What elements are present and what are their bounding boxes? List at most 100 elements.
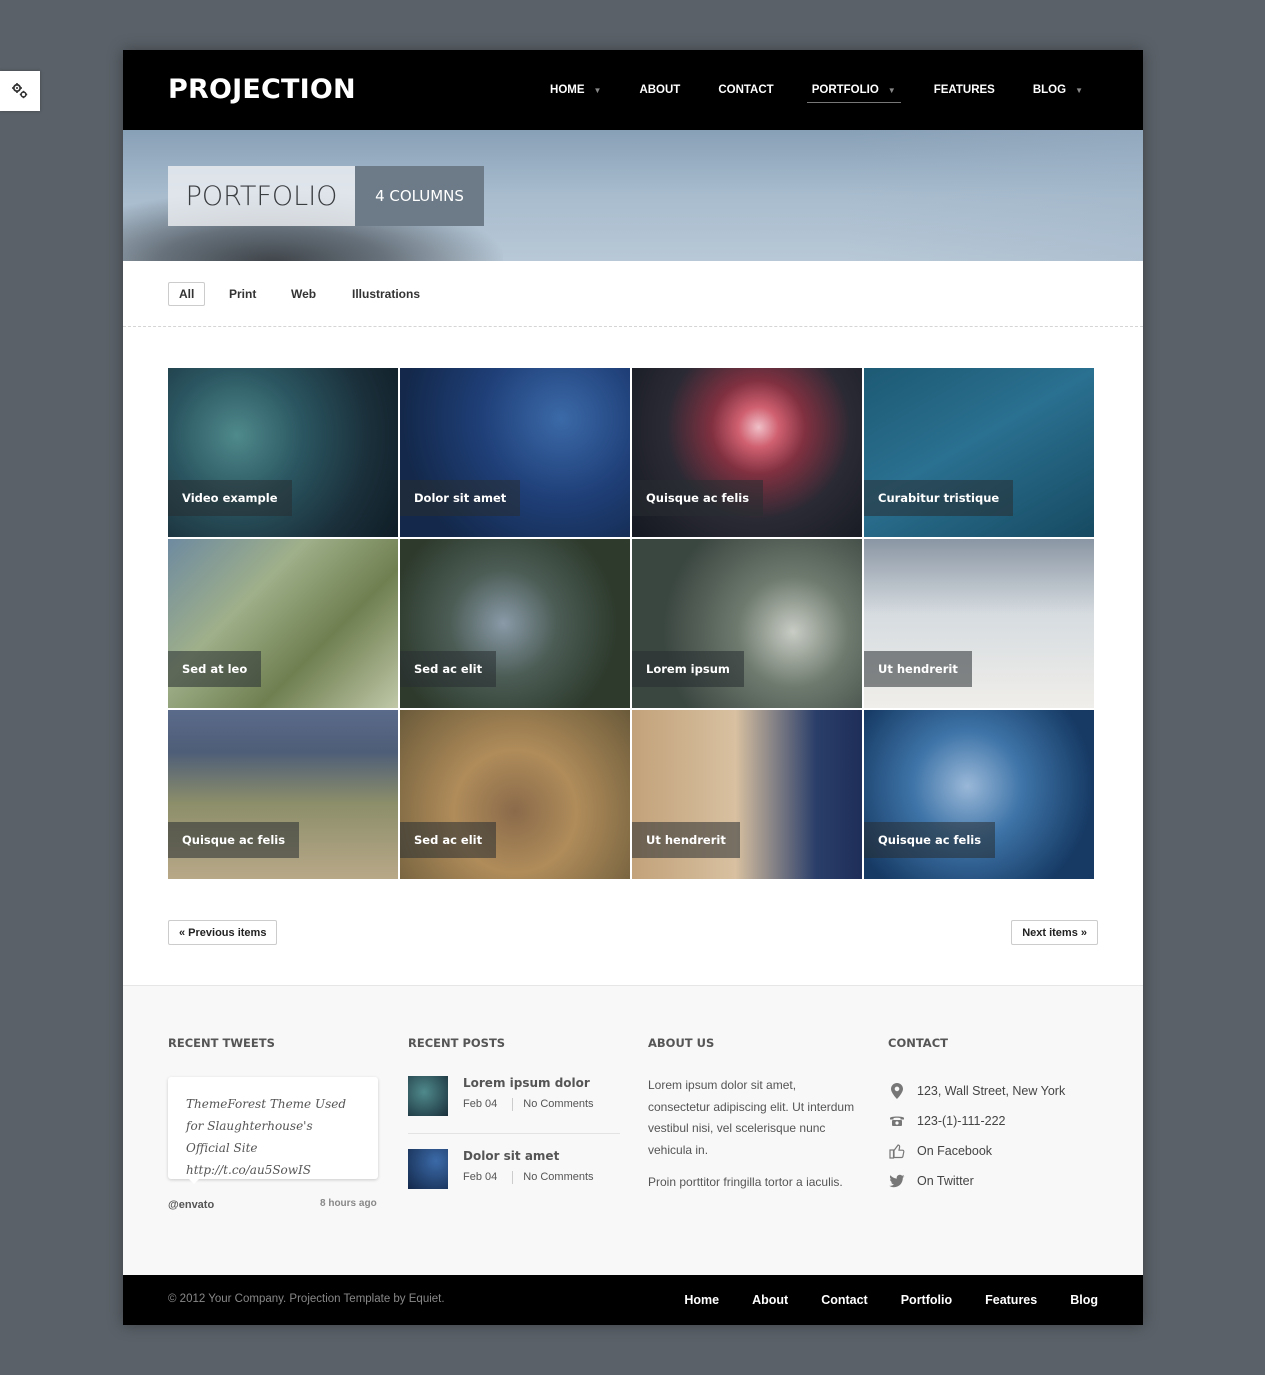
contact-address: 123, Wall Street, New York — [888, 1082, 1065, 1100]
footer-nav-home[interactable]: Home — [684, 1293, 719, 1307]
page-container: PROJECTION HOME ▼ ABOUT CONTACT PORTFOLIO… — [123, 50, 1143, 1325]
contact-twitter[interactable]: On Twitter — [888, 1172, 974, 1190]
post-meta: Feb 04 No Comments — [463, 1098, 594, 1111]
recent-tweets-widget: RECENT TWEETS ThemeForest Theme Used for… — [168, 986, 380, 1276]
nav-label: CONTACT — [718, 84, 774, 96]
bottom-bar: © 2012 Your Company. Projection Template… — [123, 1275, 1143, 1325]
portfolio-item[interactable]: Quisque ac felis — [632, 368, 862, 537]
nav-item-contact[interactable]: CONTACT — [718, 77, 773, 103]
recent-post[interactable]: Dolor sit amet Feb 04 No Comments — [408, 1149, 620, 1191]
map-pin-icon — [888, 1082, 906, 1100]
main-nav: HOME ▼ ABOUT CONTACT PORTFOLIO ▼ FEATURES … — [512, 50, 1083, 130]
copyright-text: © 2012 Your Company. Projection Template… — [168, 1293, 445, 1305]
filter-all[interactable]: All — [168, 282, 206, 306]
portfolio-item[interactable]: Ut hendrerit — [632, 710, 862, 879]
previous-items-button[interactable]: « Previous items — [168, 920, 278, 945]
caret-down-icon: ▼ — [593, 85, 602, 95]
gears-icon — [12, 83, 28, 99]
portfolio-item[interactable]: Lorem ipsum — [632, 539, 862, 708]
caret-down-icon: ▼ — [1075, 85, 1083, 95]
portfolio-item-label: Sed ac elit — [400, 822, 497, 858]
portfolio-item[interactable]: Sed ac elit — [400, 539, 630, 708]
contact-heading: CONTACT — [888, 1036, 948, 1050]
post-title[interactable]: Dolor sit amet — [463, 1149, 559, 1163]
phone-icon — [888, 1112, 906, 1130]
footer-nav-blog[interactable]: Blog — [1070, 1293, 1098, 1307]
tweet-pointer — [188, 1178, 200, 1184]
settings-toggle-button[interactable] — [0, 71, 40, 111]
page-banner: PORTFOLIO 4 COLUMNS — [123, 130, 1143, 261]
portfolio-item-label: Ut hendrerit — [864, 651, 972, 687]
contact-phone-text: 123-(1)-111-222 — [917, 1114, 1006, 1128]
nav-item-blog[interactable]: BLOG ▼ — [1033, 77, 1083, 103]
nav-item-about[interactable]: ABOUT — [639, 77, 680, 103]
recent-posts-heading: RECENT POSTS — [408, 1036, 506, 1050]
post-date: Feb 04 — [463, 1098, 498, 1110]
nav-item-portfolio[interactable]: PORTFOLIO ▼ — [806, 77, 901, 103]
post-thumbnail[interactable] — [408, 1076, 448, 1116]
portfolio-item-label: Sed ac elit — [400, 651, 497, 687]
tweet-text: ThemeForest Theme Used for Slaughterhous… — [186, 1097, 347, 1177]
nav-label: HOME — [550, 84, 585, 96]
thumbs-up-icon — [888, 1142, 906, 1160]
about-text-2: Proin porttitor fringilla tortor a iacul… — [648, 1175, 843, 1189]
page-title: PORTFOLIO — [168, 166, 355, 226]
recent-posts-widget: RECENT POSTS Lorem ipsum dolor Feb 04 No… — [408, 986, 620, 1276]
nav-label: FEATURES — [933, 84, 995, 96]
post-thumbnail[interactable] — [408, 1149, 448, 1189]
portfolio-item[interactable]: Quisque ac felis — [864, 710, 1094, 879]
post-comments[interactable]: No Comments — [523, 1098, 593, 1111]
post-comments[interactable]: No Comments — [523, 1171, 593, 1184]
footer-nav-portfolio[interactable]: Portfolio — [901, 1293, 952, 1307]
tweet-time: 8 hours ago — [320, 1198, 377, 1209]
contact-widget: CONTACT 123, Wall Street, New York 123-(… — [888, 986, 1100, 1276]
contact-phone: 123-(1)-111-222 — [888, 1112, 1005, 1130]
caret-down-icon: ▼ — [887, 85, 896, 95]
filter-illustrations[interactable]: Illustrations — [352, 282, 420, 306]
post-meta: Feb 04 No Comments — [463, 1171, 594, 1184]
recent-post[interactable]: Lorem ipsum dolor Feb 04 No Comments — [408, 1076, 620, 1118]
site-header: PROJECTION HOME ▼ ABOUT CONTACT PORTFOLIO… — [123, 50, 1143, 130]
portfolio-item-label: Quisque ac felis — [632, 480, 764, 516]
about-us-widget: ABOUT US Lorem ipsum dolor sit amet, con… — [648, 986, 860, 1276]
portfolio-filters: All Print Web Illustrations — [123, 261, 1143, 327]
meta-divider — [512, 1171, 514, 1184]
footer-nav: Home About Contact Portfolio Features Bl… — [651, 1275, 1098, 1325]
footer-nav-about[interactable]: About — [752, 1293, 788, 1307]
portfolio-item-label: Video example — [168, 480, 292, 516]
portfolio-item[interactable]: Dolor sit amet — [400, 368, 630, 537]
about-us-heading: ABOUT US — [648, 1036, 715, 1050]
footer-nav-features[interactable]: Features — [985, 1293, 1037, 1307]
twitter-bird-icon — [888, 1172, 906, 1190]
nav-item-features[interactable]: FEATURES — [934, 77, 995, 103]
nav-label: ABOUT — [639, 84, 681, 96]
portfolio-item-label: Ut hendrerit — [632, 822, 740, 858]
next-items-button[interactable]: Next items » — [1011, 920, 1098, 945]
tweet-user[interactable]: @envato — [168, 1199, 214, 1211]
portfolio-item[interactable]: Quisque ac felis — [168, 710, 398, 879]
contact-facebook[interactable]: On Facebook — [888, 1142, 992, 1160]
site-logo[interactable]: PROJECTION — [168, 74, 356, 105]
about-text: Lorem ipsum dolor sit amet, consectetur … — [648, 1078, 855, 1157]
portfolio-item[interactable]: Curabitur tristique — [864, 368, 1094, 537]
portfolio-item[interactable]: Video example — [168, 368, 398, 537]
post-title[interactable]: Lorem ipsum dolor — [463, 1076, 590, 1090]
nav-label: BLOG — [1032, 84, 1067, 96]
portfolio-item[interactable]: Sed ac elit — [400, 710, 630, 879]
contact-twitter-text[interactable]: On Twitter — [917, 1174, 974, 1188]
portfolio-item[interactable]: Sed at leo — [168, 539, 398, 708]
footer-nav-contact[interactable]: Contact — [821, 1293, 868, 1307]
portfolio-item-label: Quisque ac felis — [168, 822, 300, 858]
nav-label: PORTFOLIO — [811, 84, 879, 96]
filter-web[interactable]: Web — [291, 282, 316, 306]
filter-print[interactable]: Print — [229, 282, 256, 306]
portfolio-item-label: Sed at leo — [168, 651, 262, 687]
tweet-card: ThemeForest Theme Used for Slaughterhous… — [168, 1077, 378, 1179]
nav-item-home[interactable]: HOME ▼ — [550, 77, 601, 103]
recent-tweets-heading: RECENT TWEETS — [168, 1036, 275, 1050]
contact-facebook-text[interactable]: On Facebook — [917, 1144, 992, 1158]
footer-widgets: RECENT TWEETS ThemeForest Theme Used for… — [123, 985, 1143, 1275]
portfolio-item[interactable]: Ut hendrerit — [864, 539, 1094, 708]
post-date: Feb 04 — [463, 1171, 498, 1183]
portfolio-item-label: Quisque ac felis — [864, 822, 996, 858]
